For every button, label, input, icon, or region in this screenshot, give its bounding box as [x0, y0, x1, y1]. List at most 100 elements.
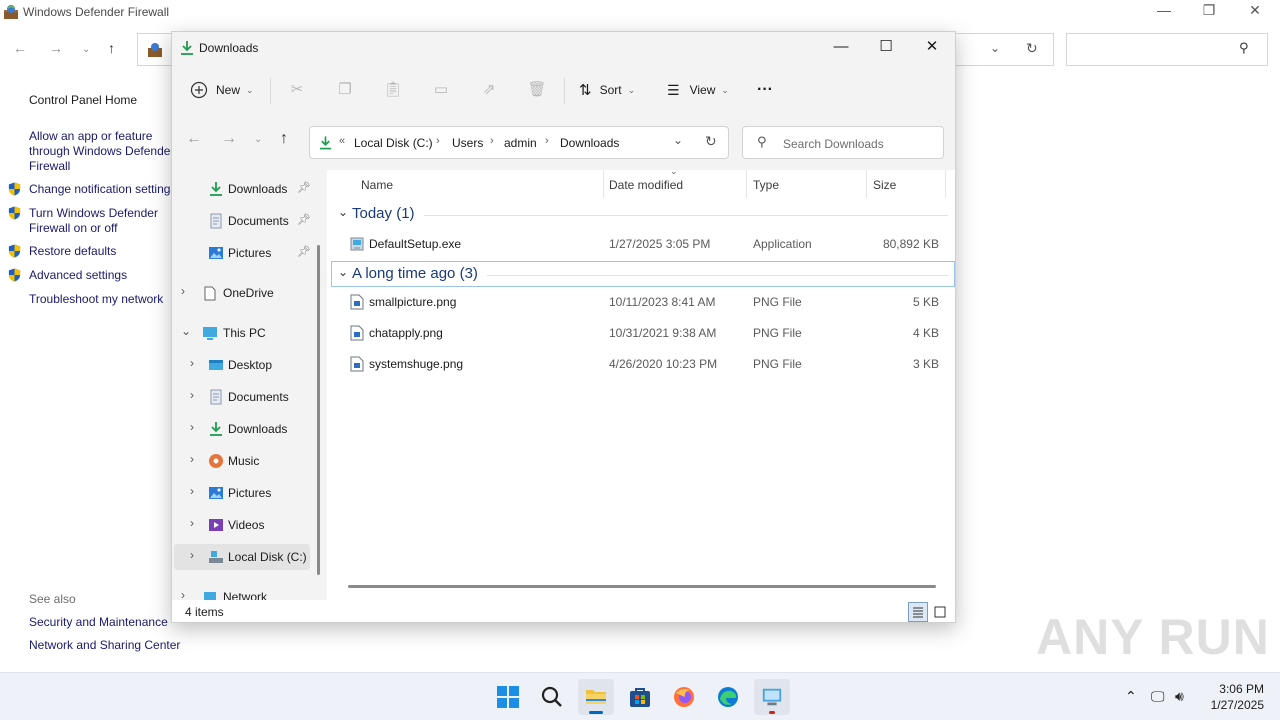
new-button[interactable]: New ⌄: [190, 70, 258, 110]
taskbar-edge[interactable]: [710, 679, 746, 715]
column-header-type[interactable]: Type: [753, 178, 779, 192]
column-divider[interactable]: [866, 170, 867, 198]
copy-icon[interactable]: ❐: [335, 80, 355, 100]
expand-chevron-icon[interactable]: ›: [190, 356, 194, 370]
firewall-close-button[interactable]: ✕: [1232, 2, 1278, 22]
details-view-button[interactable]: [908, 602, 928, 622]
taskbar-search-button[interactable]: [534, 679, 570, 715]
network-sharing-center-link[interactable]: Network and Sharing Center: [29, 638, 180, 653]
column-divider[interactable]: [945, 170, 946, 198]
file-row[interactable]: chatapply.png 10/31/2021 9:38 AM PNG Fil…: [332, 318, 954, 348]
breadcrumb-users[interactable]: Users: [452, 136, 483, 150]
recent-locations-chevron-icon[interactable]: ⌄: [254, 134, 262, 145]
nav-item-documents[interactable]: › Documents: [172, 384, 317, 410]
file-row[interactable]: systemshuge.png 4/26/2020 10:23 PM PNG F…: [332, 349, 954, 379]
rename-icon[interactable]: ▭: [431, 80, 451, 100]
expand-chevron-icon[interactable]: ›: [190, 452, 194, 466]
control-panel-home-link[interactable]: Control Panel Home: [29, 93, 137, 108]
allow-app-link-line1[interactable]: Allow an app or feature: [29, 129, 152, 144]
explorer-title-bar[interactable]: Downloads — ☐ ✕: [172, 32, 955, 64]
sort-button[interactable]: ⇅ Sort ⌄: [579, 70, 647, 110]
explorer-address-bar[interactable]: « Local Disk (C:) › Users › admin › Down…: [309, 126, 729, 159]
view-button[interactable]: ☰ View ⌄: [667, 70, 737, 110]
allow-app-link-line3[interactable]: Firewall: [29, 159, 70, 174]
navigation-scrollbar[interactable]: [317, 245, 320, 575]
search-downloads-input[interactable]: ⚲ Search Downloads: [742, 126, 944, 159]
firewall-refresh-icon[interactable]: ↻: [1026, 40, 1038, 57]
file-row[interactable]: smallpicture.png 10/11/2023 8:41 AM PNG …: [332, 287, 954, 317]
expand-chevron-icon[interactable]: ›: [190, 420, 194, 434]
start-button[interactable]: [490, 679, 526, 715]
explorer-close-button[interactable]: ✕: [909, 32, 955, 62]
change-notification-link[interactable]: Change notification settings: [29, 182, 176, 197]
column-divider[interactable]: [603, 170, 604, 198]
firewall-maximize-button[interactable]: ❐: [1186, 2, 1232, 22]
turn-firewall-on-off-link-line2[interactable]: Firewall on or off: [29, 221, 117, 236]
nav-item-documents-quick[interactable]: Documents 📌︎: [172, 208, 317, 234]
nav-item-music[interactable]: › Music: [172, 448, 317, 474]
explorer-minimize-button[interactable]: —: [818, 32, 864, 62]
file-row[interactable]: DefaultSetup.exe 1/27/2025 3:05 PM Appli…: [332, 229, 954, 259]
nav-item-videos[interactable]: › Videos: [172, 512, 317, 538]
nav-item-pictures-quick[interactable]: Pictures 📌︎: [172, 240, 317, 266]
advanced-settings-link[interactable]: Advanced settings: [29, 268, 127, 283]
firewall-back-arrow-icon[interactable]: ←: [13, 40, 27, 56]
up-arrow-icon[interactable]: ↑: [280, 130, 288, 148]
nav-item-local-disk[interactable]: › Local Disk (C:): [174, 544, 310, 570]
turn-firewall-on-off-link-line1[interactable]: Turn Windows Defender: [29, 206, 158, 221]
expand-chevron-icon[interactable]: ›: [181, 588, 185, 600]
expand-chevron-icon[interactable]: ›: [181, 284, 185, 298]
group-header-long-time-ago[interactable]: ⌄ A long time ago (3): [331, 261, 955, 287]
nav-item-downloads-quick[interactable]: Downloads 📌︎: [172, 176, 317, 202]
clock-time[interactable]: 3:06 PM: [1219, 682, 1264, 696]
volume-icon[interactable]: 🔊︎: [1175, 688, 1184, 705]
paste-icon[interactable]: 📋︎: [383, 80, 403, 100]
refresh-icon[interactable]: ↻: [705, 133, 717, 150]
firewall-forward-arrow-icon[interactable]: →: [49, 40, 63, 56]
nav-item-downloads[interactable]: › Downloads: [172, 416, 317, 442]
troubleshoot-network-link[interactable]: Troubleshoot my network: [29, 292, 163, 307]
allow-app-link-line2[interactable]: through Windows Defender: [29, 144, 174, 159]
see-more-button[interactable]: ···: [757, 70, 785, 110]
breadcrumb-separator-icon[interactable]: ›: [436, 135, 440, 147]
collapse-chevron-icon[interactable]: ⌄: [338, 265, 348, 279]
column-divider[interactable]: [746, 170, 747, 198]
breadcrumb-downloads[interactable]: Downloads: [560, 136, 619, 150]
firewall-up-arrow-icon[interactable]: ↑: [108, 40, 115, 56]
expand-chevron-icon[interactable]: ›: [190, 548, 194, 562]
restore-defaults-link[interactable]: Restore defaults: [29, 244, 116, 259]
breadcrumb-overflow[interactable]: «: [339, 135, 345, 147]
collapse-chevron-icon[interactable]: ⌄: [338, 205, 348, 219]
clock-date[interactable]: 1/27/2025: [1211, 698, 1264, 712]
group-header-today[interactable]: ⌄ Today (1): [332, 202, 954, 228]
cut-icon[interactable]: ✂: [287, 80, 307, 100]
collapse-chevron-icon[interactable]: ⌄: [181, 324, 191, 338]
expand-chevron-icon[interactable]: ›: [190, 388, 194, 402]
network-status-icon[interactable]: 🖵︎: [1151, 688, 1165, 705]
security-maintenance-link[interactable]: Security and Maintenance: [29, 615, 168, 630]
nav-item-desktop[interactable]: › Desktop: [172, 352, 317, 378]
forward-arrow-icon[interactable]: →: [221, 130, 237, 148]
breadcrumb-separator-icon[interactable]: ›: [490, 135, 494, 147]
column-header-size[interactable]: Size: [873, 178, 896, 192]
explorer-maximize-button[interactable]: ☐: [863, 32, 909, 62]
firewall-recent-chevron-icon[interactable]: ⌄: [82, 44, 90, 55]
address-dropdown-icon[interactable]: ⌄: [673, 133, 683, 147]
firewall-minimize-button[interactable]: —: [1141, 2, 1187, 22]
tiles-view-button[interactable]: [930, 602, 950, 622]
nav-item-pictures[interactable]: › Pictures: [172, 480, 317, 506]
show-hidden-icons-chevron-icon[interactable]: ⌃: [1125, 688, 1137, 705]
breadcrumb-local-disk[interactable]: Local Disk (C:): [354, 136, 433, 150]
nav-item-network[interactable]: › Network: [172, 584, 317, 600]
delete-icon[interactable]: 🗑︎: [527, 80, 547, 100]
expand-chevron-icon[interactable]: ›: [190, 484, 194, 498]
column-header-name[interactable]: Name: [361, 178, 393, 192]
expand-chevron-icon[interactable]: ›: [190, 516, 194, 530]
breadcrumb-separator-icon[interactable]: ›: [545, 135, 549, 147]
firewall-address-dropdown-icon[interactable]: ⌄: [990, 41, 1000, 55]
taskbar-file-explorer[interactable]: [578, 679, 614, 715]
column-header-date[interactable]: Date modified: [609, 178, 683, 192]
nav-item-onedrive[interactable]: › OneDrive: [172, 280, 317, 306]
horizontal-scrollbar[interactable]: [348, 585, 936, 588]
nav-item-this-pc[interactable]: ⌄ This PC: [172, 320, 317, 346]
